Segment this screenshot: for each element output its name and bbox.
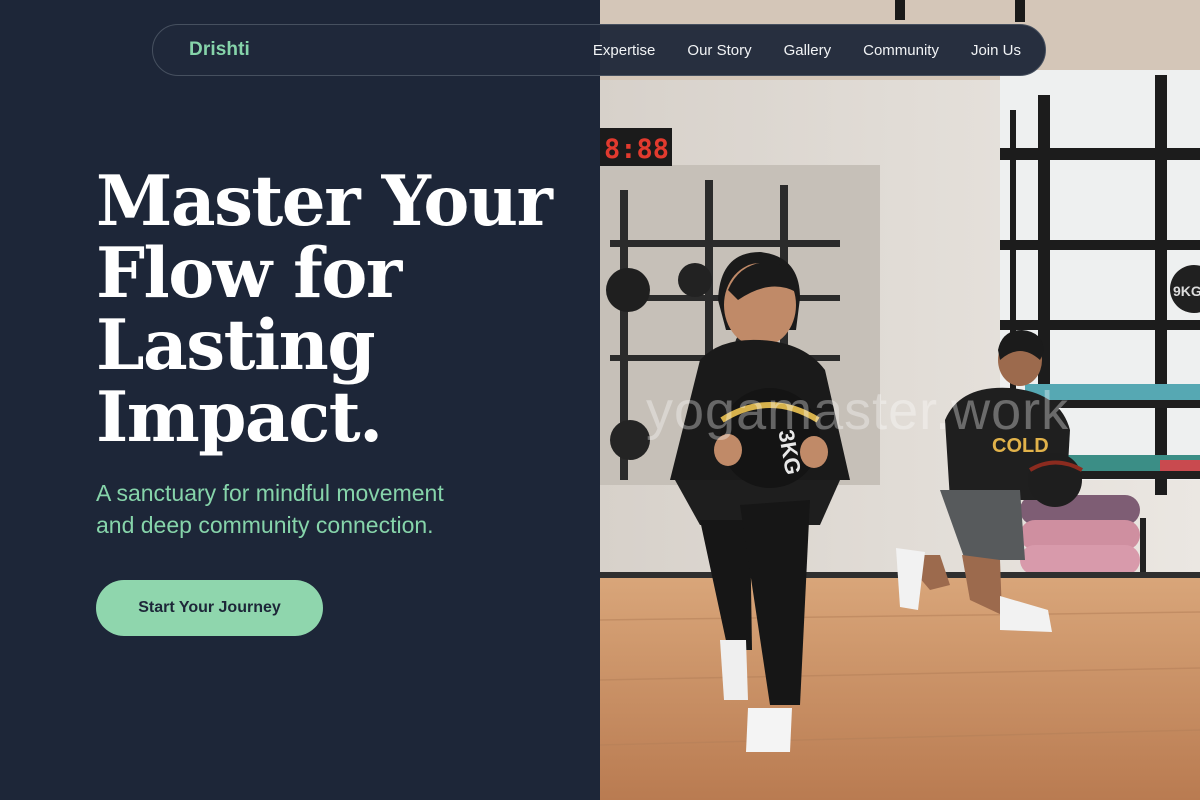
shelf-ball-label: 9KG xyxy=(1173,283,1200,299)
hero-subheadline: A sanctuary for mindful movement and dee… xyxy=(96,477,526,541)
nav-link-join-us[interactable]: Join Us xyxy=(971,42,1021,59)
timer-readout: 8:88 xyxy=(604,134,669,165)
nav-link-our-story[interactable]: Our Story xyxy=(687,42,751,59)
nav-link-gallery[interactable]: Gallery xyxy=(784,42,832,59)
start-journey-button[interactable]: Start Your Journey xyxy=(96,580,323,636)
headline-line: Impact. xyxy=(96,377,383,458)
nav-links: Expertise Our Story Gallery Community Jo… xyxy=(593,42,1021,59)
wood-floor xyxy=(600,575,1200,800)
subheadline-line: A sanctuary for mindful movement xyxy=(96,480,444,506)
subheadline-line: and deep community connection. xyxy=(96,512,434,538)
headline-line: Lasting xyxy=(96,305,376,386)
ceiling-spotlight xyxy=(895,0,905,20)
navbar: Drishti Expertise Our Story Gallery Comm… xyxy=(152,24,1046,76)
nav-link-community[interactable]: Community xyxy=(863,42,939,59)
nav-link-expertise[interactable]: Expertise xyxy=(593,42,656,59)
brand-logo[interactable]: Drishti xyxy=(189,39,250,61)
ceiling-spotlight-2 xyxy=(1015,0,1025,22)
watermark: yogamaster.work xyxy=(646,381,1070,441)
headline-line: Flow for xyxy=(96,233,402,314)
headline-line: Master Your xyxy=(96,161,553,242)
hero-headline: Master Your Flow for Lasting Impact. xyxy=(96,166,586,454)
landing-page: 8:88 9KG COLD 3KG yogamaster.work Drisht… xyxy=(0,0,1200,800)
